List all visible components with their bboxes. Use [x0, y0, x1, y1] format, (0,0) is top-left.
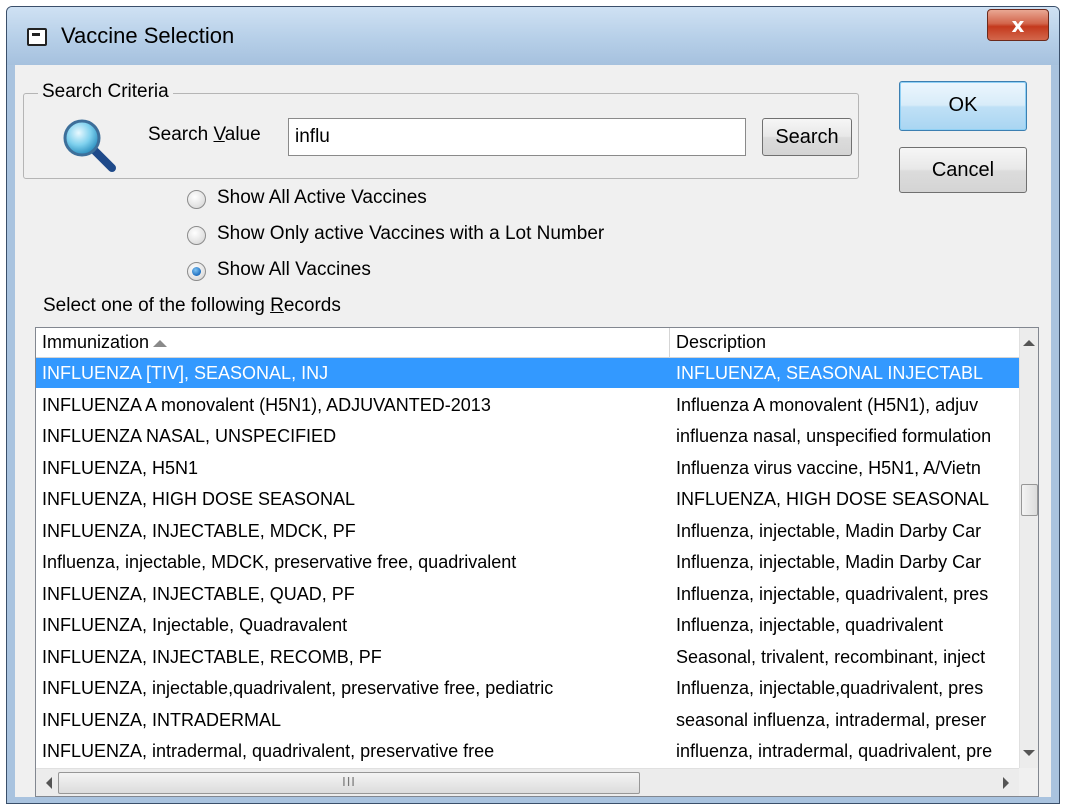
cell-immunization: INFLUENZA, INTRADERMAL — [42, 709, 282, 730]
title-bar[interactable]: Vaccine Selection x — [7, 7, 1059, 65]
cell-description: Influenza, injectable, quadrivalent, pre… — [676, 583, 989, 604]
column-header-description[interactable]: Description — [670, 328, 1019, 358]
scroll-up-icon[interactable] — [1023, 340, 1035, 346]
cancel-button[interactable]: Cancel — [899, 147, 1027, 193]
table-row[interactable]: INFLUENZA NASAL, UNSPECIFIED influenza na… — [36, 421, 1019, 451]
search-label-prefix: Search — [148, 124, 214, 145]
cell-description: Influenza, injectable,quadrivalent, pres — [676, 678, 984, 698]
magnifier-icon — [63, 119, 116, 172]
cell-immunization: INFLUENZA, INJECTABLE, QUAD, PF — [42, 583, 355, 604]
cell-immunization: INFLUENZA NASAL, UNSPECIFIED — [42, 426, 337, 446]
cell-description: INFLUENZA, HIGH DOSE SEASONAL — [676, 489, 990, 509]
grid-rows: INFLUENZA [TIV], SEASONAL, INJ INFLUENZA,… — [36, 358, 1019, 768]
search-label-mnemonic: V — [213, 124, 225, 145]
cell-description: Influenza, injectable, quadrivalent — [676, 615, 944, 635]
scroll-left-icon[interactable] — [46, 777, 52, 789]
table-row[interactable]: INFLUENZA, INTRADERMAL seasonal influenza… — [36, 705, 1019, 735]
search-value-label: Search Value — [148, 124, 261, 146]
horizontal-scrollbar[interactable]: III — [36, 768, 1019, 796]
cell-immunization: Influenza, injectable, MDCK, preservativ… — [42, 552, 517, 572]
window-icon — [27, 28, 47, 46]
table-row[interactable]: INFLUENZA, Injectable, Quadravalent Influ… — [36, 610, 1019, 640]
radio-label: Show All Vaccines — [217, 259, 371, 280]
cell-immunization: INFLUENZA, Injectable, Quadravalent — [42, 615, 348, 635]
dialog-body: Search Criteria Search Value Search OK C… — [15, 65, 1051, 797]
cell-immunization: INFLUENZA [TIV], SEASONAL, INJ — [42, 363, 329, 383]
radio-label: Show Only active Vaccines with a Lot Num… — [217, 223, 605, 244]
radio-button[interactable] — [187, 262, 206, 281]
records-label-suffix: ecords — [283, 295, 341, 316]
horizontal-scroll-thumb[interactable]: III — [58, 772, 640, 794]
radio-show-all-active[interactable]: Show All Active Vaccines — [187, 185, 747, 215]
cell-immunization: INFLUENZA, intradermal, quadrivalent, pr… — [42, 741, 495, 761]
search-criteria-group: Search Criteria Search Value Search — [23, 81, 859, 179]
cell-immunization: INFLUENZA, INJECTABLE, MDCK, PF — [42, 520, 356, 541]
table-row[interactable]: INFLUENZA, H5N1 Influenza virus vaccine, … — [36, 453, 1019, 483]
sort-ascending-icon — [153, 339, 168, 347]
ok-button[interactable]: OK — [899, 81, 1027, 131]
table-row[interactable]: INFLUENZA A monovalent (H5N1), ADJUVANTE… — [36, 390, 1019, 420]
column-header-label: Immunization — [42, 332, 150, 352]
cell-description: influenza nasal, unspecified formulation — [676, 426, 992, 446]
radio-show-active-with-lot[interactable]: Show Only active Vaccines with a Lot Num… — [187, 221, 747, 251]
cell-description: INFLUENZA, SEASONAL INJECTABL — [676, 363, 984, 383]
cell-immunization: INFLUENZA A monovalent (H5N1), ADJUVANTE… — [42, 394, 491, 415]
search-label-suffix: alue — [224, 124, 261, 145]
table-row[interactable]: INFLUENZA, HIGH DOSE SEASONAL INFLUENZA, … — [36, 484, 1019, 514]
table-row[interactable]: INFLUENZA, intradermal, quadrivalent, pr… — [36, 736, 1019, 766]
search-value-input[interactable] — [288, 118, 746, 156]
scrollbar-corner — [1019, 768, 1038, 796]
cell-description: Influenza, injectable, Madin Darby Car — [676, 520, 982, 541]
radio-button[interactable] — [187, 226, 206, 245]
vaccine-selection-dialog: Vaccine Selection x Search Criteria Sear… — [6, 6, 1060, 804]
cell-description: Influenza virus vaccine, H5N1, A/Vietn — [676, 457, 981, 478]
scroll-right-icon[interactable] — [1003, 777, 1009, 789]
records-label-prefix: Select one of the following — [43, 295, 271, 316]
close-button[interactable]: x — [987, 9, 1049, 41]
table-row[interactable]: INFLUENZA, INJECTABLE, QUAD, PF Influenza… — [36, 579, 1019, 609]
records-label: Select one of the following Records — [43, 295, 341, 317]
cell-immunization: INFLUENZA, injectable,quadrivalent, pres… — [42, 678, 554, 698]
cell-description: Influenza, injectable, Madin Darby Car — [676, 552, 982, 572]
table-row[interactable]: INFLUENZA, INJECTABLE, RECOMB, PF Seasona… — [36, 642, 1019, 672]
records-grid[interactable]: Immunization Description INFLUENZA [TIV]… — [35, 327, 1039, 797]
search-button[interactable]: Search — [762, 118, 852, 156]
table-row[interactable]: Influenza, injectable, MDCK, preservativ… — [36, 547, 1019, 577]
radio-button[interactable] — [187, 190, 206, 209]
table-row[interactable]: INFLUENZA [TIV], SEASONAL, INJ INFLUENZA,… — [36, 358, 1019, 388]
records-label-mnemonic: R — [270, 295, 284, 316]
search-criteria-label: Search Criteria — [38, 81, 173, 103]
scroll-down-icon[interactable] — [1023, 750, 1035, 756]
table-row[interactable]: INFLUENZA, injectable,quadrivalent, pres… — [36, 673, 1019, 703]
cell-description: seasonal influenza, intradermal, preser — [676, 709, 987, 730]
column-header-immunization[interactable]: Immunization — [36, 328, 670, 358]
cell-description: influenza, intradermal, quadrivalent, pr… — [676, 741, 993, 761]
vertical-scroll-thumb[interactable] — [1021, 484, 1038, 516]
cell-description: Influenza A monovalent (H5N1), adjuv — [676, 394, 979, 415]
cell-immunization: INFLUENZA, INJECTABLE, RECOMB, PF — [42, 646, 382, 667]
cell-immunization: INFLUENZA, H5N1 — [42, 457, 199, 478]
vertical-scrollbar[interactable] — [1019, 328, 1038, 768]
grid-header: Immunization Description — [36, 328, 1019, 358]
cell-description: Seasonal, trivalent, recombinant, inject — [676, 646, 986, 667]
cell-immunization: INFLUENZA, HIGH DOSE SEASONAL — [42, 489, 356, 509]
table-row[interactable]: INFLUENZA, INJECTABLE, MDCK, PF Influenza… — [36, 516, 1019, 546]
radio-label: Show All Active Vaccines — [217, 187, 427, 208]
window-title: Vaccine Selection — [61, 23, 235, 48]
radio-show-all-vaccines[interactable]: Show All Vaccines — [187, 257, 747, 287]
